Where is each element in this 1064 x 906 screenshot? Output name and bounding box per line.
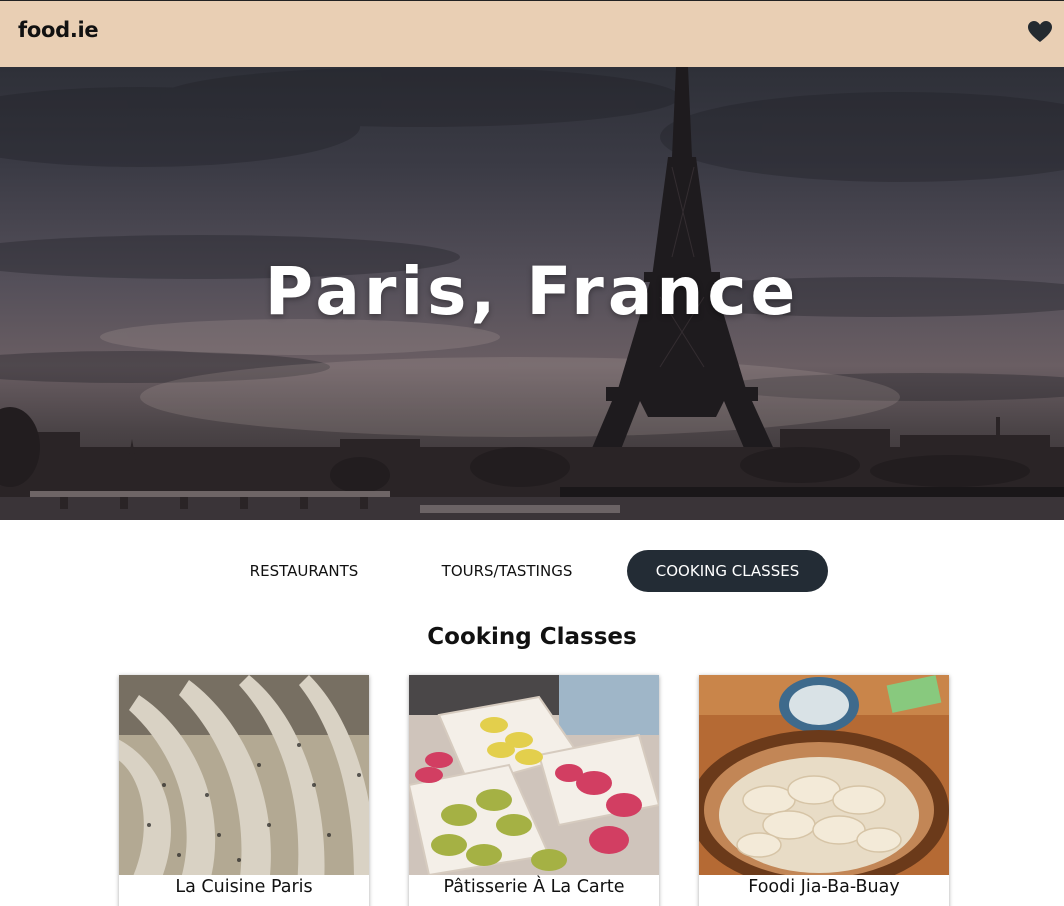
card-title: La Cuisine Paris: [175, 877, 313, 897]
heart-icon[interactable]: [1027, 20, 1053, 44]
card-image: [699, 675, 949, 875]
class-card[interactable]: Pâtisserie À La Carte: [409, 675, 659, 906]
hero-banner: Paris, France: [0, 67, 1064, 520]
hero-title: Paris, France: [264, 253, 800, 330]
class-card[interactable]: Foodi Jia-Ba-Buay: [699, 675, 949, 906]
tab-cooking-classes[interactable]: COOKING CLASSES: [627, 550, 828, 592]
card-title: Foodi Jia-Ba-Buay: [748, 877, 900, 897]
site-header: food.ie: [0, 0, 1064, 67]
card-title: Pâtisserie À La Carte: [443, 877, 625, 897]
section-title: Cooking Classes: [427, 624, 637, 650]
class-card[interactable]: La Cuisine Paris: [119, 675, 369, 906]
site-logo[interactable]: food.ie: [18, 18, 99, 42]
category-tabs: RESTAURANTS TOURS/TASTINGS COOKING CLASS…: [0, 550, 1064, 592]
tab-tours-tastings[interactable]: TOURS/TASTINGS: [424, 550, 590, 592]
card-image: [409, 675, 659, 875]
tab-restaurants[interactable]: RESTAURANTS: [232, 550, 376, 592]
card-image: [119, 675, 369, 875]
